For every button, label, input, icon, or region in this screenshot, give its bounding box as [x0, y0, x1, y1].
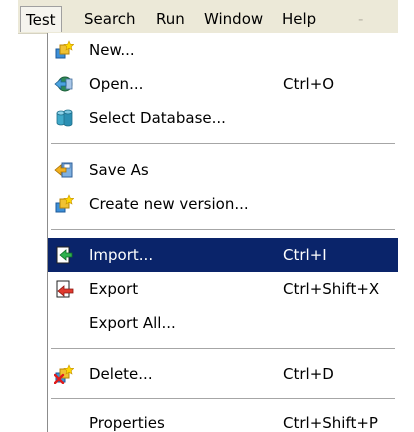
menu-test[interactable]: Test	[20, 6, 62, 32]
screenshot: Test Search Run Window Help - New... Ope…	[0, 0, 414, 432]
menu-run[interactable]: Run	[156, 9, 185, 29]
menu-window[interactable]: Window	[204, 9, 263, 29]
menu-item-open[interactable]: Open... Ctrl+O	[48, 67, 398, 101]
delete-icon	[54, 364, 74, 384]
import-icon	[56, 246, 73, 264]
menu-item-save-as[interactable]: Save As	[48, 153, 398, 187]
menu-item-import-label: Import...	[89, 246, 154, 264]
menu-item-export[interactable]: Export Ctrl+Shift+X	[48, 272, 398, 306]
menu-item-select-database-label: Select Database...	[89, 109, 226, 127]
menu-item-properties-shortcut: Ctrl+Shift+P	[283, 414, 378, 432]
menu-item-delete-label: Delete...	[89, 365, 153, 383]
open-icon	[54, 76, 73, 92]
menu-separator	[51, 229, 395, 231]
menu-item-open-shortcut: Ctrl+O	[283, 75, 335, 93]
database-icon	[56, 109, 73, 127]
export-icon	[56, 280, 74, 298]
menu-item-properties-label: Properties	[89, 414, 165, 432]
menu-item-export-shortcut: Ctrl+Shift+X	[283, 280, 380, 298]
menu-search[interactable]: Search	[84, 9, 136, 29]
menu-item-import-shortcut: Ctrl+I	[283, 246, 327, 264]
menu-item-properties[interactable]: Properties Ctrl+Shift+P	[48, 406, 398, 432]
menu-item-delete[interactable]: Delete... Ctrl+D	[48, 357, 398, 391]
menu-item-create-new-version-label: Create new version...	[89, 195, 249, 213]
menu-item-select-database[interactable]: Select Database...	[48, 101, 398, 135]
menu-help[interactable]: Help	[282, 9, 316, 29]
menu-item-export-all[interactable]: Export All...	[48, 306, 398, 340]
test-menu-dropdown: New... Open... Ctrl+O Select Database...	[47, 33, 398, 432]
menu-item-new-label: New...	[89, 41, 135, 59]
menu-item-open-label: Open...	[89, 75, 144, 93]
new-version-icon	[55, 194, 74, 213]
save-as-icon	[54, 162, 73, 178]
menu-item-export-label: Export	[89, 280, 139, 298]
menu-item-export-all-label: Export All...	[89, 314, 176, 332]
menubar-overflow-marker: -	[358, 10, 364, 28]
new-test-icon	[55, 40, 74, 59]
menu-bar: Test Search Run Window Help -	[18, 0, 398, 34]
menu-separator	[51, 348, 395, 350]
menu-item-delete-shortcut: Ctrl+D	[283, 365, 334, 383]
menu-item-save-as-label: Save As	[89, 161, 149, 179]
menu-item-import[interactable]: Import... Ctrl+I	[48, 238, 398, 272]
menu-separator	[51, 143, 395, 145]
menu-item-create-new-version[interactable]: Create new version...	[48, 187, 398, 221]
menu-item-new[interactable]: New...	[48, 33, 398, 67]
menu-separator	[51, 398, 395, 400]
